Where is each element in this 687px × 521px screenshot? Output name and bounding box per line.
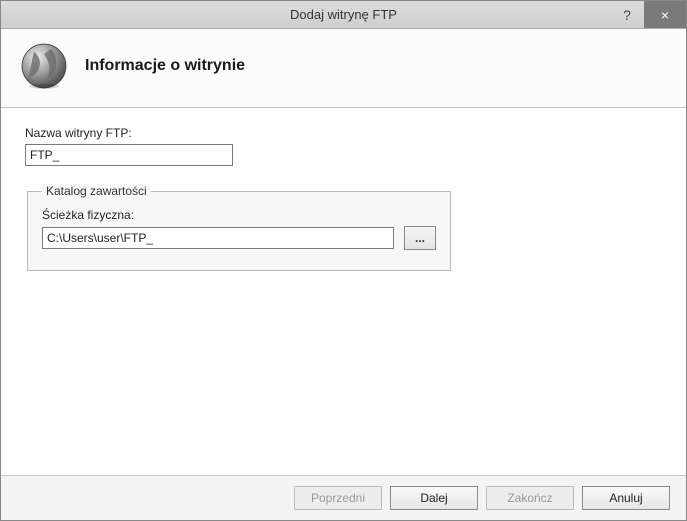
close-button[interactable]: × (644, 1, 686, 28)
window-title: Dodaj witrynę FTP (290, 7, 397, 22)
close-icon: × (661, 7, 669, 23)
page-title: Informacje o witrynie (85, 57, 245, 75)
dialog-window: Dodaj witrynę FTP ? × Informacje (0, 0, 687, 521)
previous-button: Poprzedni (294, 486, 382, 510)
next-button[interactable]: Dalej (390, 486, 478, 510)
wizard-footer: Poprzedni Dalej Zakończ Anuluj (1, 475, 686, 520)
physical-path-input[interactable] (42, 227, 394, 249)
wizard-body: Nazwa witryny FTP: Katalog zawartości Śc… (1, 108, 686, 475)
content-directory-fieldset: Katalog zawartości Ścieżka fizyczna: ... (27, 184, 451, 271)
help-button[interactable]: ? (610, 1, 644, 28)
cancel-button[interactable]: Anuluj (582, 486, 670, 510)
titlebar: Dodaj witrynę FTP ? × (1, 1, 686, 29)
fieldset-legend: Katalog zawartości (42, 184, 151, 198)
titlebar-controls: ? × (610, 1, 686, 28)
browse-button[interactable]: ... (404, 226, 436, 250)
site-name-input[interactable] (25, 144, 233, 166)
finish-button: Zakończ (486, 486, 574, 510)
site-name-label: Nazwa witryny FTP: (25, 126, 662, 140)
globe-icon (17, 39, 71, 93)
physical-path-label: Ścieżka fizyczna: (42, 208, 436, 222)
wizard-header: Informacje o witrynie (1, 29, 686, 108)
help-icon: ? (623, 7, 631, 23)
path-row: ... (42, 226, 436, 250)
